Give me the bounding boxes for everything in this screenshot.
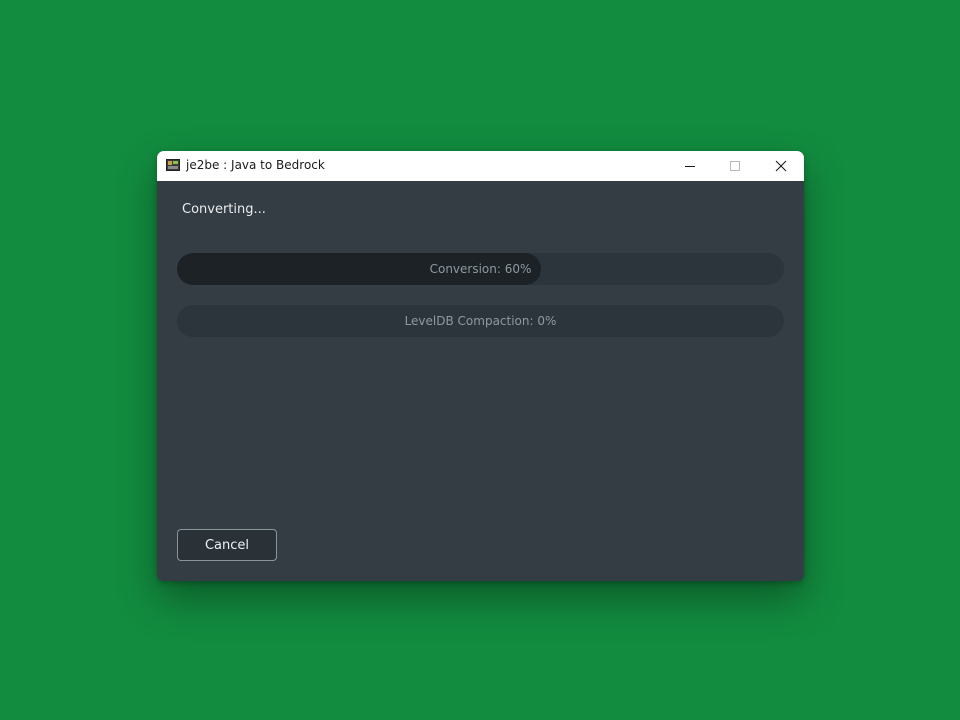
converter-window: je2be : Java to Bedrock Converting... Co… bbox=[157, 151, 804, 581]
app-icon bbox=[166, 159, 180, 171]
close-button[interactable] bbox=[758, 151, 804, 181]
conversion-progress-bar: Conversion: 60% bbox=[177, 253, 784, 285]
cancel-button[interactable]: Cancel bbox=[177, 529, 277, 561]
compaction-progress-label: LevelDB Compaction: 0% bbox=[404, 314, 557, 328]
compaction-progress-bar: LevelDB Compaction: 0% bbox=[177, 305, 784, 337]
title-bar[interactable]: je2be : Java to Bedrock bbox=[157, 151, 804, 181]
close-icon bbox=[775, 160, 787, 172]
minimize-button[interactable] bbox=[667, 151, 713, 181]
status-text: Converting... bbox=[182, 202, 266, 217]
minimize-icon bbox=[685, 166, 695, 167]
maximize-icon bbox=[730, 161, 740, 171]
dialog-content: Converting... Conversion: 60% LevelDB Co… bbox=[157, 181, 804, 581]
window-title: je2be : Java to Bedrock bbox=[186, 158, 325, 172]
conversion-progress-label: Conversion: 60% bbox=[429, 262, 532, 276]
maximize-button[interactable] bbox=[712, 151, 758, 181]
